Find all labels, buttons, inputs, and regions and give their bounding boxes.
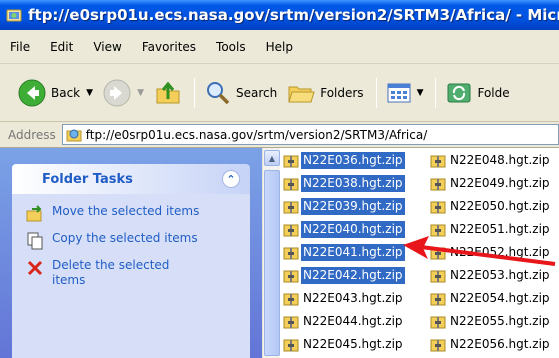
- toolbar: Back ▼ ▼ Search Folders ▼ Folde: [0, 64, 559, 122]
- file-item[interactable]: N22E054.hgt.zip: [430, 290, 552, 307]
- file-item[interactable]: N22E042.hgt.zip: [283, 267, 405, 284]
- back-arrow-icon: [18, 79, 46, 106]
- menu-help[interactable]: Help: [266, 40, 293, 54]
- task-delete-label: Delete the selected items: [52, 258, 170, 287]
- toolbar-separator: [375, 77, 377, 108]
- scroll-thumb[interactable]: [264, 170, 280, 356]
- back-dropdown-icon[interactable]: ▼: [86, 88, 93, 98]
- zip-file-icon: [430, 339, 446, 351]
- folder-tasks-panel: Folder Tasks ⌃ Move the selected items C…: [12, 164, 250, 358]
- menu-edit[interactable]: Edit: [50, 40, 73, 54]
- forward-dropdown-icon[interactable]: ▼: [137, 88, 144, 98]
- zip-file-icon: [430, 247, 446, 259]
- menu-bar: File Edit View Favorites Tools Help: [0, 30, 559, 64]
- folders-label: Folders: [320, 85, 364, 100]
- zip-file-icon: [430, 224, 446, 236]
- menu-favorites[interactable]: Favorites: [142, 40, 196, 54]
- zip-file-icon: [283, 270, 299, 282]
- task-move-label: Move the selected items: [52, 204, 200, 218]
- move-icon: [26, 205, 42, 222]
- file-item[interactable]: N22E050.hgt.zip: [430, 198, 552, 215]
- folder-sync-icon: [447, 83, 471, 102]
- address-label: Address: [8, 127, 56, 142]
- folders-icon: [288, 86, 315, 102]
- file-item[interactable]: N22E041.hgt.zip: [283, 244, 405, 261]
- zip-file-icon: [283, 316, 299, 328]
- search-button[interactable]: Search: [205, 80, 277, 106]
- task-move-selected[interactable]: Move the selected items: [26, 204, 242, 223]
- folders-button[interactable]: Folders: [287, 80, 364, 106]
- address-input[interactable]: ftp://e0srp01u.ecs.nasa.gov/srtm/version…: [61, 124, 559, 145]
- zip-file-icon: [283, 155, 299, 167]
- zip-file-icon: [430, 155, 446, 167]
- collapse-chevron-icon[interactable]: ⌃: [222, 170, 240, 188]
- vertical-scrollbar[interactable]: ▲: [262, 148, 280, 358]
- folder-tasks-header[interactable]: Folder Tasks ⌃: [12, 164, 250, 194]
- address-value: ftp://e0srp01u.ecs.nasa.gov/srtm/version…: [85, 127, 428, 142]
- file-item[interactable]: N22E038.hgt.zip: [283, 175, 405, 192]
- file-item[interactable]: N22E044.hgt.zip: [283, 313, 405, 330]
- forward-arrow-icon: [103, 79, 131, 106]
- zip-file-icon: [430, 293, 446, 305]
- title-bar: ftp://e0srp01u.ecs.nasa.gov/srtm/version…: [0, 0, 559, 30]
- zip-file-icon: [283, 293, 299, 305]
- back-button[interactable]: Back ▼: [18, 79, 93, 107]
- scroll-up-icon[interactable]: ▲: [264, 150, 280, 166]
- zip-file-icon: [283, 201, 299, 213]
- folder-tasks-body: Move the selected items Copy the selecte…: [12, 194, 250, 358]
- zip-file-icon: [283, 224, 299, 236]
- ftp-folder-icon: [66, 129, 82, 141]
- task-copy-selected[interactable]: Copy the selected items: [26, 231, 242, 250]
- folder-sync-button[interactable]: Folde: [446, 80, 510, 106]
- toolbar-separator: [193, 77, 195, 108]
- file-item[interactable]: N22E049.hgt.zip: [430, 175, 552, 192]
- task-delete-selected[interactable]: Delete the selected items: [26, 258, 242, 288]
- delete-icon: [27, 260, 43, 276]
- zip-file-icon: [283, 178, 299, 190]
- copy-icon: [27, 232, 43, 250]
- file-item[interactable]: N22E056.hgt.zip: [430, 336, 552, 353]
- views-dropdown-icon[interactable]: ▼: [417, 88, 424, 98]
- back-label: Back: [51, 85, 81, 100]
- file-item[interactable]: N22E040.hgt.zip: [283, 221, 405, 238]
- views-icon: [387, 83, 411, 102]
- menu-tools[interactable]: Tools: [216, 40, 246, 54]
- file-item[interactable]: N22E052.hgt.zip: [430, 244, 552, 261]
- up-folder-icon: [156, 81, 180, 103]
- menu-view[interactable]: View: [93, 40, 121, 54]
- folder-tasks-title: Folder Tasks: [42, 171, 133, 187]
- search-icon: [206, 81, 230, 104]
- zip-file-icon: [430, 178, 446, 190]
- internet-explorer-icon: [6, 9, 22, 22]
- window-title: ftp://e0srp01u.ecs.nasa.gov/srtm/version…: [28, 6, 559, 24]
- toolbar-separator: [435, 77, 437, 108]
- file-item[interactable]: N22E045.hgt.zip: [283, 336, 405, 353]
- menu-file[interactable]: File: [10, 40, 30, 54]
- search-label: Search: [235, 85, 278, 100]
- file-list: N22E036.hgt.zip N22E038.hgt.zip N22E039.…: [280, 148, 559, 358]
- zip-file-icon: [430, 316, 446, 328]
- file-item[interactable]: N22E048.hgt.zip: [430, 152, 552, 169]
- zip-file-icon: [430, 201, 446, 213]
- zip-file-icon: [283, 247, 299, 259]
- zip-file-icon: [430, 270, 446, 282]
- task-pane: Folder Tasks ⌃ Move the selected items C…: [0, 148, 262, 358]
- file-item[interactable]: N22E055.hgt.zip: [430, 313, 552, 330]
- zip-file-icon: [283, 339, 299, 351]
- up-folder-button[interactable]: [154, 79, 182, 107]
- forward-button[interactable]: ▼: [103, 79, 144, 107]
- file-item[interactable]: N22E051.hgt.zip: [430, 221, 552, 238]
- file-item[interactable]: N22E039.hgt.zip: [283, 198, 405, 215]
- file-item[interactable]: N22E053.hgt.zip: [430, 267, 552, 284]
- task-copy-label: Copy the selected items: [52, 231, 198, 245]
- file-item[interactable]: N22E043.hgt.zip: [283, 290, 405, 307]
- address-bar: Address ftp://e0srp01u.ecs.nasa.gov/srtm…: [0, 122, 559, 148]
- views-button[interactable]: ▼: [387, 82, 424, 104]
- file-item[interactable]: N22E036.hgt.zip: [283, 152, 405, 169]
- folder-sync-label: Folde: [477, 85, 510, 100]
